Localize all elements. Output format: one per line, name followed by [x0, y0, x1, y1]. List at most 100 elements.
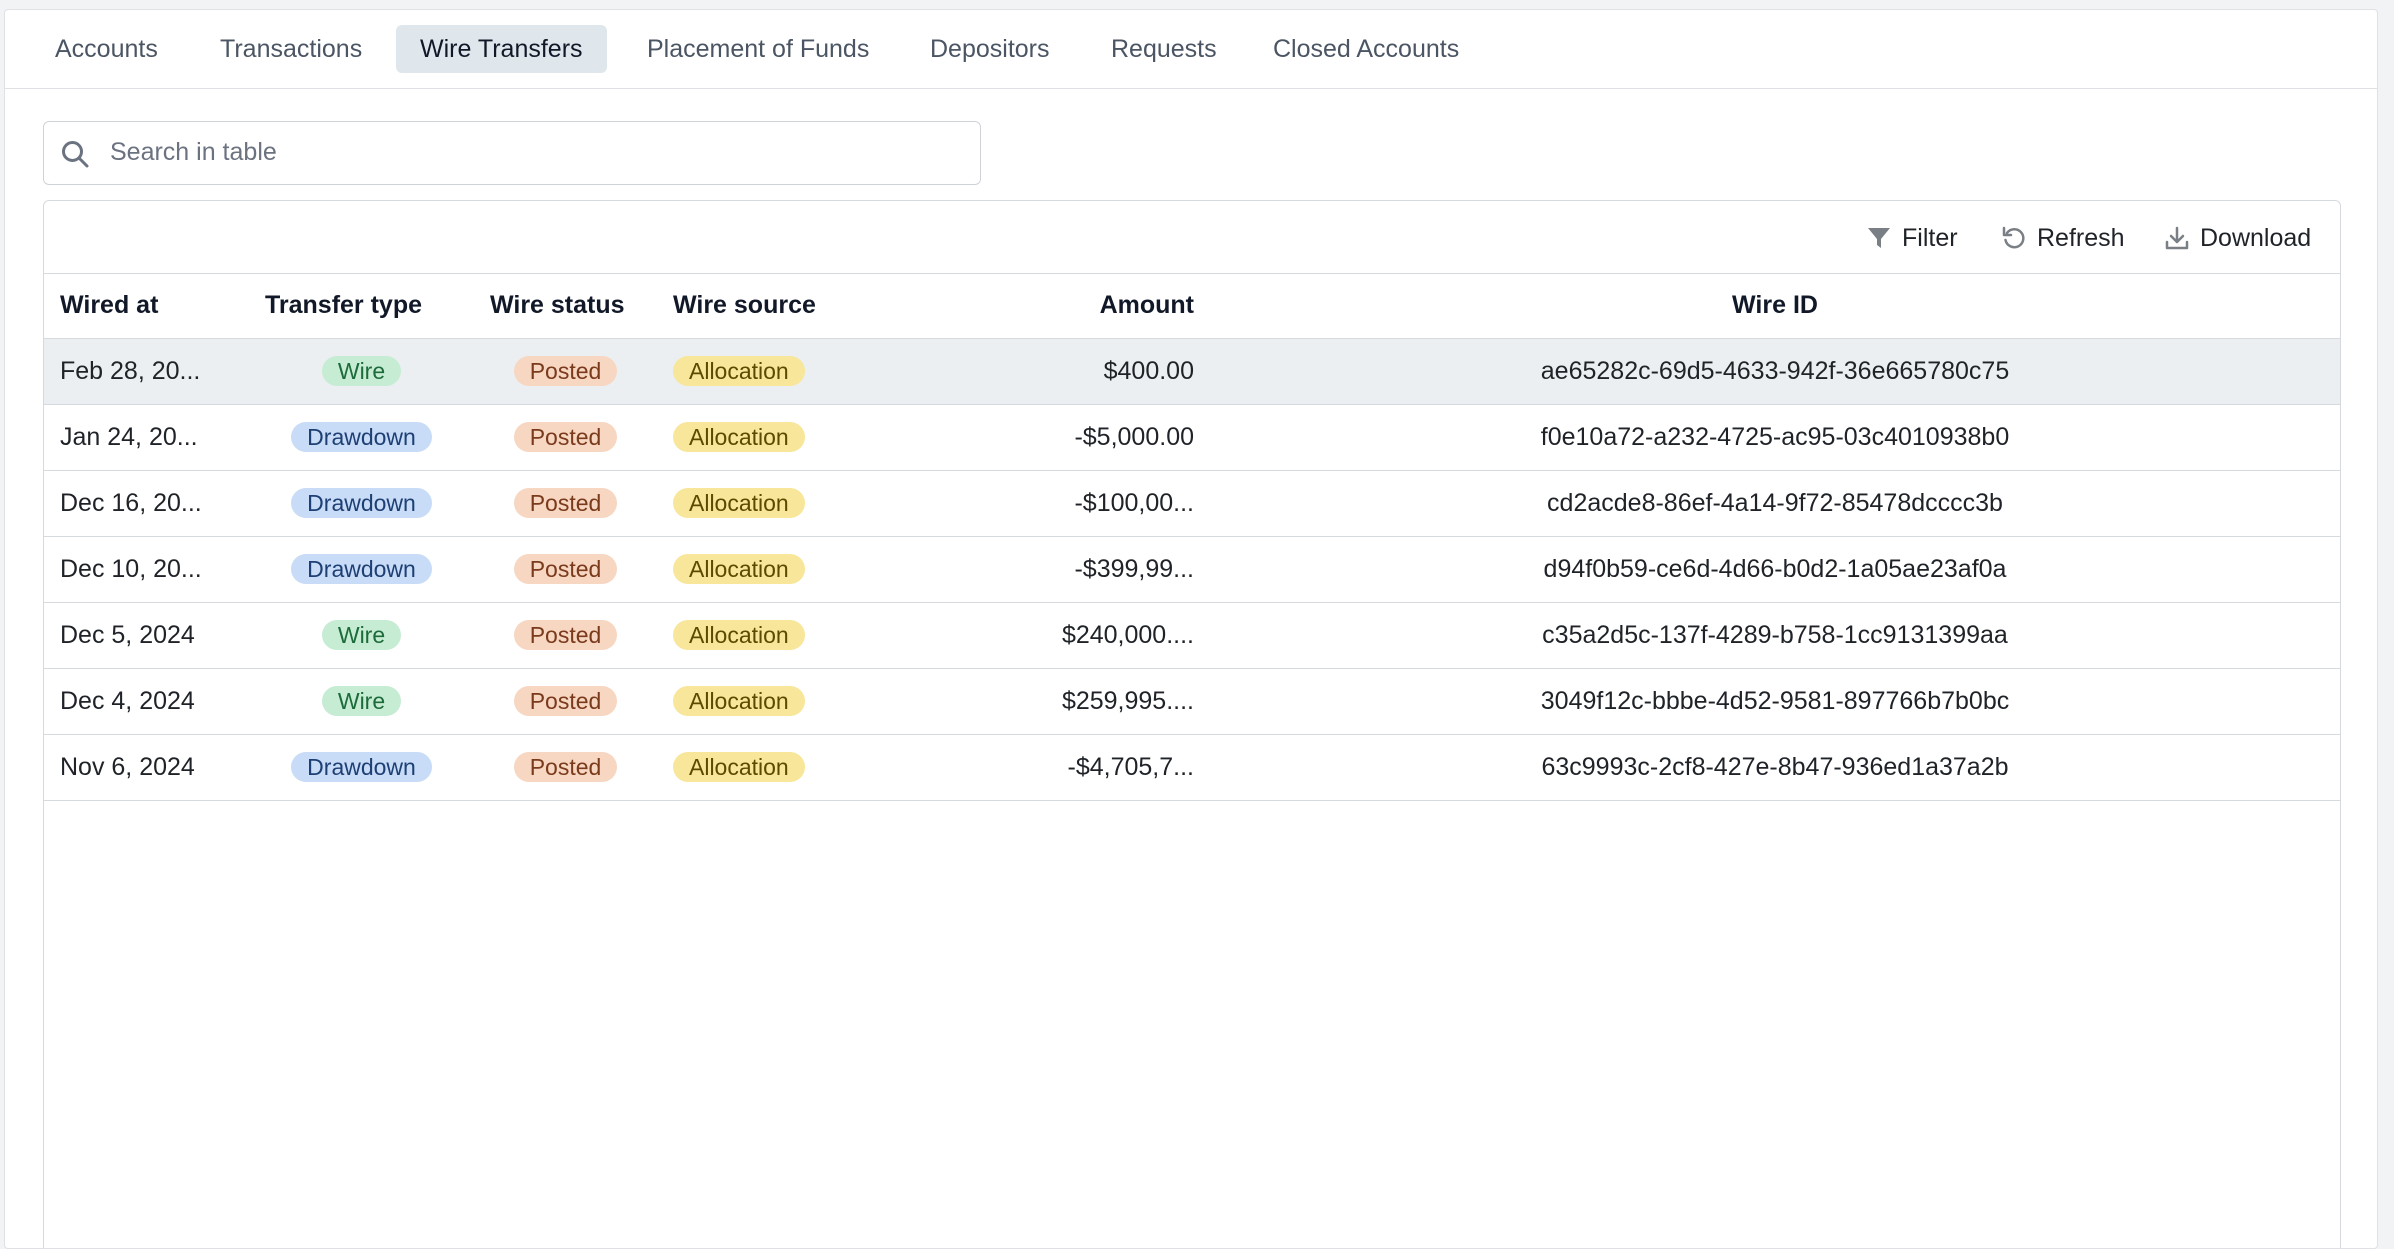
cell-wire-source: Allocation [657, 470, 837, 537]
cell-transfer-type: Drawdown [249, 404, 474, 471]
cell-wired-at: Dec 10, 20... [44, 536, 249, 603]
cell-wire-source: Allocation [657, 602, 837, 669]
cell-wired-at: Jan 24, 20... [44, 404, 249, 471]
cell-transfer-type: Wire [249, 602, 474, 669]
cell-wire-source: Allocation [657, 668, 837, 735]
tab-transactions[interactable]: Transactions [196, 25, 386, 73]
wire-status-badge: Posted [513, 620, 618, 650]
wire-source-badge: Allocation [673, 620, 805, 650]
tab-requests[interactable]: Requests [1087, 25, 1241, 73]
table-row[interactable]: Feb 28, 20... Wire Posted Allocation $400.00… [44, 338, 2340, 405]
wire-transfers-table-card: Filter Refresh Download Wired at Transfe… [43, 200, 2341, 1248]
cell-wire-id: f0e10a72-a232-4725-ac95-03c4010938b0 [1210, 404, 2340, 471]
tab-bar: Accounts Transactions Wire Transfers Pla… [5, 10, 2377, 89]
cell-transfer-type: Drawdown [249, 536, 474, 603]
download-button[interactable]: Download [2164, 219, 2324, 257]
wire-transfers-table: Wired at Transfer type Wire status Wire … [44, 274, 2340, 801]
cell-wire-id: cd2acde8-86ef-4a14-9f72-85478dcccc3b [1210, 470, 2340, 537]
wire-source-badge: Allocation [673, 686, 805, 716]
cell-transfer-type: Wire [249, 668, 474, 735]
wire-transfers-panel: Accounts Transactions Wire Transfers Pla… [4, 9, 2378, 1249]
table-row[interactable]: Nov 6, 2024 Drawdown Posted Allocation -$4,7… [44, 734, 2340, 801]
cell-wired-at: Dec 16, 20... [44, 470, 249, 537]
wire-status-badge: Posted [513, 752, 618, 782]
column-header-wire-status[interactable]: Wire status [474, 274, 657, 339]
cell-amount: -$399,99... [837, 536, 1210, 603]
cell-wire-status: Posted [474, 602, 657, 669]
cell-wire-source: Allocation [657, 536, 837, 603]
cell-wired-at: Dec 4, 2024 [44, 668, 249, 735]
download-label: Download [2200, 224, 2312, 252]
transfer-type-badge: Drawdown [291, 752, 432, 782]
cell-wire-status: Posted [474, 470, 657, 537]
search-input[interactable] [110, 122, 970, 183]
transfer-type-badge: Drawdown [291, 554, 432, 584]
wire-source-badge: Allocation [673, 422, 805, 452]
column-header-wire-source[interactable]: Wire source [657, 274, 837, 339]
table-row[interactable]: Jan 24, 20... Drawdown Posted Allocation -$5… [44, 404, 2340, 471]
wire-status-badge: Posted [513, 686, 618, 716]
cell-wire-status: Posted [474, 536, 657, 603]
cell-amount: $240,000.... [837, 602, 1210, 669]
table-header-row: Wired at Transfer type Wire status Wire … [44, 274, 2340, 339]
download-icon [2165, 226, 2189, 250]
wire-status-badge: Posted [513, 488, 618, 518]
cell-wire-id: 63c9993c-2cf8-427e-8b47-936ed1a37a2b [1210, 734, 2340, 801]
tab-placement-of-funds[interactable]: Placement of Funds [623, 25, 893, 73]
wire-source-badge: Allocation [673, 356, 805, 386]
cell-wire-source: Allocation [657, 404, 837, 471]
cell-wired-at: Nov 6, 2024 [44, 734, 249, 801]
transfer-type-badge: Wire [321, 356, 402, 386]
cell-amount: $400.00 [837, 338, 1210, 405]
refresh-icon [2002, 226, 2025, 249]
refresh-button[interactable]: Refresh [2001, 219, 2131, 257]
cell-amount: -$4,705,7... [837, 734, 1210, 801]
cell-wire-id: d94f0b59-ce6d-4d66-b0d2-1a05ae23af0a [1210, 536, 2340, 603]
cell-wire-source: Allocation [657, 734, 837, 801]
column-header-wired-at[interactable]: Wired at [44, 274, 249, 339]
wire-status-badge: Posted [513, 356, 618, 386]
tab-closed-accounts[interactable]: Closed Accounts [1249, 25, 1483, 73]
column-header-transfer-type[interactable]: Transfer type [249, 274, 474, 339]
column-header-wire-id[interactable]: Wire ID [1210, 274, 2340, 339]
cell-transfer-type: Drawdown [249, 734, 474, 801]
filter-icon [1868, 228, 1890, 248]
transfer-type-badge: Drawdown [291, 422, 432, 452]
cell-wired-at: Dec 5, 2024 [44, 602, 249, 669]
wire-status-badge: Posted [513, 554, 618, 584]
table-row[interactable]: Dec 10, 20... Drawdown Posted Allocation -$3… [44, 536, 2340, 603]
cell-wire-status: Posted [474, 734, 657, 801]
cell-wire-status: Posted [474, 338, 657, 405]
transfer-type-badge: Wire [321, 620, 402, 650]
tab-depositors[interactable]: Depositors [906, 25, 1074, 73]
cell-wire-source: Allocation [657, 338, 837, 405]
tab-accounts[interactable]: Accounts [31, 25, 182, 73]
table-toolbar: Filter Refresh Download [44, 201, 2340, 274]
search-icon [60, 139, 90, 169]
column-header-amount[interactable]: Amount [837, 274, 1210, 339]
cell-transfer-type: Drawdown [249, 470, 474, 537]
refresh-label: Refresh [2037, 224, 2125, 252]
transfer-type-badge: Drawdown [291, 488, 432, 518]
cell-wire-id: c35a2d5c-137f-4289-b758-1cc9131399aa [1210, 602, 2340, 669]
filter-label: Filter [1902, 224, 1958, 252]
search-box [43, 121, 981, 185]
cell-wire-id: 3049f12c-bbbe-4d52-9581-897766b7b0bc [1210, 668, 2340, 735]
wire-status-badge: Posted [513, 422, 618, 452]
table-row[interactable]: Dec 5, 2024 Wire Posted Allocation $240,000.… [44, 602, 2340, 669]
wire-source-badge: Allocation [673, 752, 805, 782]
cell-wire-status: Posted [474, 404, 657, 471]
wire-source-badge: Allocation [673, 554, 805, 584]
filter-button[interactable]: Filter [1866, 219, 1966, 257]
tab-wire-transfers[interactable]: Wire Transfers [396, 25, 607, 73]
cell-wire-id: ae65282c-69d5-4633-942f-36e665780c75 [1210, 338, 2340, 405]
table-row[interactable]: Dec 16, 20... Drawdown Posted Allocation -$1… [44, 470, 2340, 537]
cell-amount: -$5,000.00 [837, 404, 1210, 471]
cell-amount: -$100,00... [837, 470, 1210, 537]
transfer-type-badge: Wire [321, 686, 402, 716]
cell-transfer-type: Wire [249, 338, 474, 405]
cell-wire-status: Posted [474, 668, 657, 735]
cell-amount: $259,995.... [837, 668, 1210, 735]
table-row[interactable]: Dec 4, 2024 Wire Posted Allocation $259,995.… [44, 668, 2340, 735]
wire-source-badge: Allocation [673, 488, 805, 518]
